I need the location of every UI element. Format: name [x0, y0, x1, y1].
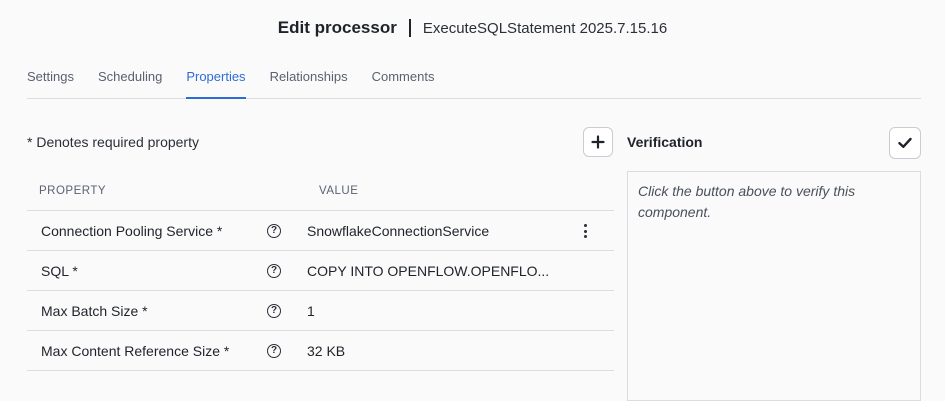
- column-header-value: VALUE: [319, 184, 359, 197]
- verification-placeholder: Click the button above to verify this co…: [638, 183, 856, 220]
- help-circle-icon[interactable]: ?: [267, 303, 281, 318]
- property-value[interactable]: COPY INTO OPENFLOW.OPENFLO...: [307, 263, 549, 279]
- property-name: SQL *: [41, 262, 78, 279]
- table-header: PROPERTY VALUE: [27, 171, 614, 211]
- help-circle-icon[interactable]: ?: [267, 223, 281, 238]
- tab-scheduling[interactable]: Scheduling: [98, 62, 162, 98]
- property-name: Max Content Reference Size *: [41, 342, 230, 359]
- help-circle-icon[interactable]: ?: [267, 343, 281, 358]
- property-name: Max Batch Size *: [41, 302, 148, 319]
- table-row[interactable]: Max Content Reference Size * ? 32 KB: [27, 331, 614, 371]
- property-value[interactable]: SnowflakeConnectionService: [307, 223, 489, 239]
- plus-icon: [591, 135, 605, 149]
- column-header-property: PROPERTY: [39, 184, 107, 197]
- tab-bar: Settings Scheduling Properties Relations…: [27, 62, 921, 99]
- add-property-button[interactable]: [583, 127, 613, 157]
- help-circle-icon[interactable]: ?: [267, 263, 281, 278]
- verification-results-panel: Click the button above to verify this co…: [627, 171, 921, 401]
- table-row[interactable]: Max Batch Size * ? 1: [27, 291, 614, 331]
- property-value[interactable]: 1: [307, 303, 315, 319]
- verify-button[interactable]: [889, 127, 921, 159]
- tab-properties[interactable]: Properties: [186, 62, 246, 99]
- properties-table: PROPERTY VALUE Connection Pooling Servic…: [27, 171, 614, 371]
- property-name: Connection Pooling Service *: [41, 222, 223, 239]
- kebab-menu-icon[interactable]: [584, 224, 588, 238]
- dialog-title: Edit processor: [277, 18, 397, 37]
- required-property-note: * Denotes required property: [27, 134, 199, 150]
- dialog-header: Edit processor ExecuteSQLStatement 2025.…: [0, 16, 945, 40]
- table-row[interactable]: Connection Pooling Service * ? Snowflake…: [27, 211, 614, 251]
- tab-comments[interactable]: Comments: [372, 62, 435, 98]
- table-row[interactable]: SQL * ? COPY INTO OPENFLOW.OPENFLO...: [27, 251, 614, 291]
- tab-relationships[interactable]: Relationships: [270, 62, 348, 98]
- processor-type: ExecuteSQLStatement 2025.7.15.16: [422, 19, 668, 37]
- property-value[interactable]: 32 KB: [307, 343, 345, 359]
- tab-settings[interactable]: Settings: [27, 62, 74, 98]
- title-separator: [408, 19, 411, 37]
- verification-title: Verification: [627, 134, 703, 150]
- check-icon: [898, 137, 912, 148]
